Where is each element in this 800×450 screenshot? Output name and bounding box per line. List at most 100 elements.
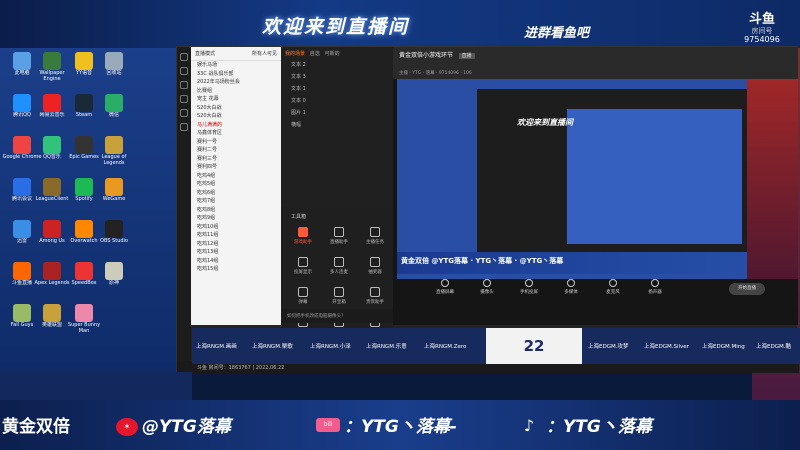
tool-button[interactable]: 直播助手: [321, 227, 357, 253]
stream-title: 黄金双倍小游戏环节: [399, 52, 454, 59]
chat-icon[interactable]: [180, 81, 188, 89]
app-icon: [105, 262, 123, 280]
nested-screen-2: [567, 109, 742, 244]
panel-item[interactable]: 马鑫体育区: [191, 129, 281, 138]
scene-row[interactable]: 横幅: [281, 119, 393, 131]
control-button[interactable]: 手机投屏: [517, 279, 541, 295]
panel-item[interactable]: 赛利四号: [191, 163, 281, 172]
panel-item[interactable]: 赛利一号: [191, 138, 281, 147]
gift-icon[interactable]: [180, 109, 188, 117]
tab-new[interactable]: 可新的: [325, 51, 340, 57]
control-icon: [651, 279, 659, 287]
panel-item[interactable]: 比赛组: [191, 87, 281, 96]
app-icon: [105, 52, 123, 70]
tool-button[interactable]: 多人连麦: [321, 257, 357, 283]
panel-item[interactable]: 娱乐马场: [191, 61, 281, 70]
panel-item[interactable]: 吃鸡15组: [191, 265, 281, 274]
tool-label: 开宝箱: [332, 300, 346, 305]
tool-label: 投屏显示: [294, 270, 312, 275]
panel-item[interactable]: 吃鸡13组: [191, 248, 281, 257]
scene-row[interactable]: 文本 3: [281, 71, 393, 83]
start-live-button[interactable]: 开始直播: [729, 283, 765, 295]
tab-custom[interactable]: 自选: [310, 51, 320, 57]
desktop-icon[interactable]: OBS Studio: [94, 220, 134, 256]
control-button[interactable]: 扬声器: [643, 279, 667, 295]
scene-row[interactable]: 图片 1: [281, 107, 393, 119]
desktop-icon-label: OBS Studio: [100, 238, 128, 244]
scene-row[interactable]: 文本 0: [281, 95, 393, 107]
desktop-icon[interactable]: 微信: [94, 94, 134, 130]
panel-item[interactable]: S20大白战: [191, 104, 281, 113]
panel-item[interactable]: 赛利二号: [191, 146, 281, 155]
app-icon: [13, 178, 31, 196]
preview-banner-title: 欢迎来到直播间: [517, 118, 573, 127]
control-button[interactable]: 麦克风: [601, 279, 625, 295]
stream-tag: 直播: [458, 53, 475, 59]
panel-item[interactable]: 吃鸡10组: [191, 223, 281, 232]
app-icon: [75, 178, 93, 196]
control-button[interactable]: 多媒体: [559, 279, 583, 295]
panel-item[interactable]: S20大白战: [191, 112, 281, 121]
panel-item[interactable]: 宠主 花幕: [191, 95, 281, 104]
scene-group-panel: 直播模式 所有人可见 娱乐马场 33C 战队俱乐部 2022年马场粉丝会 比赛组 宠主 …: [191, 47, 281, 325]
desktop-icon[interactable]: 回收站: [94, 52, 134, 88]
desktop-icon-label: 微信: [108, 112, 119, 118]
comment-input[interactable]: 如何把手机改成电脑摄像头?: [281, 309, 393, 323]
tool-button[interactable]: 投屏显示: [285, 257, 321, 283]
settings-icon[interactable]: [180, 123, 188, 131]
panel-item[interactable]: 吃鸡6组: [191, 189, 281, 198]
app-icon: [13, 94, 31, 112]
app-icon: [105, 178, 123, 196]
panel-item[interactable]: 马儿满满的: [191, 121, 281, 130]
weibo-icon: ✶: [116, 418, 138, 436]
panel-item[interactable]: 吃鸡8组: [191, 206, 281, 215]
tool-label: 游戏助手: [294, 240, 312, 245]
tool-button[interactable]: 抽奖器: [357, 257, 393, 283]
panel-item[interactable]: 吃鸡11组: [191, 231, 281, 240]
toolbox-title: 工具箱: [291, 214, 307, 220]
control-icon: [525, 279, 533, 287]
scene-row[interactable]: 文本 1: [281, 83, 393, 95]
tool-icon: [370, 287, 380, 297]
data-icon[interactable]: [180, 95, 188, 103]
control-icon: [483, 279, 491, 287]
room-number: 9754096: [744, 35, 780, 44]
app-icon: [43, 136, 61, 154]
left-strip: [0, 372, 192, 400]
panel-item[interactable]: 吃鸡7组: [191, 197, 281, 206]
control-button[interactable]: 直播屏幕: [433, 279, 457, 295]
desktop-icon[interactable]: 原神: [94, 262, 134, 298]
panel-item[interactable]: 33C 战队俱乐部: [191, 70, 281, 79]
tool-button[interactable]: 主播任务: [357, 227, 393, 253]
team-name: 上海RNGM.画画: [196, 344, 237, 350]
live-icon[interactable]: [180, 67, 188, 75]
control-button[interactable]: 摄像头: [475, 279, 499, 295]
team-name: 上海RNGM.小泽: [310, 344, 351, 350]
app-icon: [13, 52, 31, 70]
desktop-icon[interactable]: Super Bunny Man: [64, 304, 104, 340]
preview-header: 黄金双倍小游戏环节 直播: [393, 47, 798, 69]
desktop-icon[interactable]: WeGame: [94, 178, 134, 214]
douyin-icon: ♪: [523, 416, 535, 435]
app-icon: [105, 220, 123, 238]
panel-item[interactable]: 赛利三号: [191, 155, 281, 164]
top-banner: 欢迎来到直播间 进群看鱼吧 斗鱼 房间号 9754096: [0, 0, 800, 48]
tab-my-scenes[interactable]: 我的场景: [285, 51, 305, 57]
app-icon: [13, 136, 31, 154]
control-label: 扬声器: [648, 290, 662, 295]
home-icon[interactable]: [180, 53, 188, 61]
app-icon: [13, 262, 31, 280]
app-icon: [105, 94, 123, 112]
panel-item[interactable]: 吃鸡12组: [191, 240, 281, 249]
tool-button[interactable]: 游戏助手: [285, 227, 321, 253]
desktop-icon[interactable]: League of Legends: [94, 136, 134, 172]
bottom-left-text: 黄金双倍: [2, 417, 70, 437]
team-name: 上海RNGM.Zero: [424, 344, 467, 350]
panel-item[interactable]: 吃鸡4组: [191, 172, 281, 181]
panel-item[interactable]: 吃鸡14组: [191, 257, 281, 266]
scene-row[interactable]: 文本 2: [281, 59, 393, 71]
app-icon: [75, 262, 93, 280]
panel-item[interactable]: 吃鸡9组: [191, 214, 281, 223]
panel-item[interactable]: 2022年马场粉丝会: [191, 78, 281, 87]
panel-item[interactable]: 吃鸡5组: [191, 180, 281, 189]
